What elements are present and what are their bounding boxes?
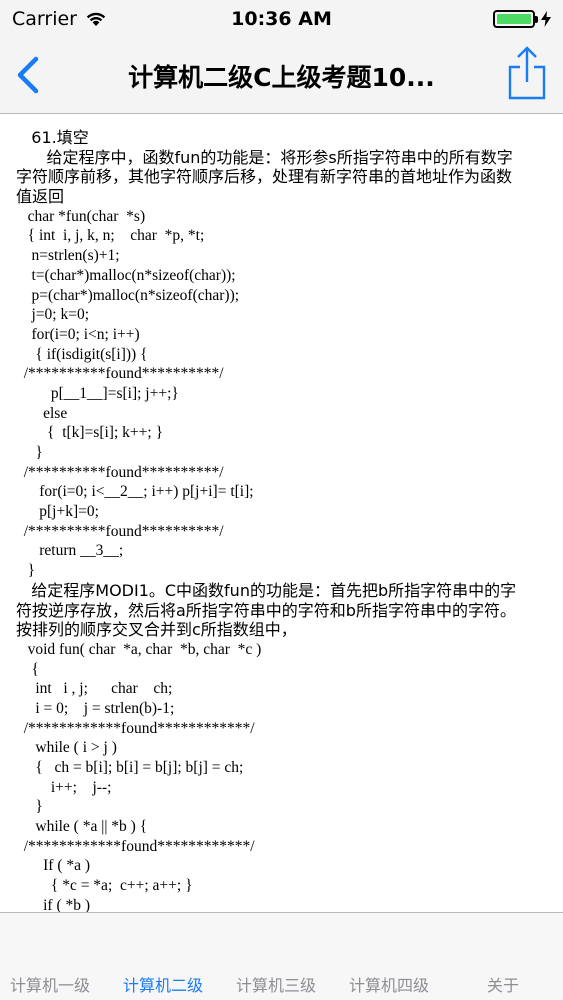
charging-bolt-icon — [541, 11, 551, 27]
content-line: /**********found**********/ — [16, 522, 224, 540]
content-line: p[__1__]=s[i]; j++;} — [16, 384, 179, 402]
content-line: char *fun(char *s) — [16, 207, 146, 225]
content-line: t=(char*)malloc(n*sizeof(char)); — [16, 266, 236, 284]
content-line: int i , j; char ch; — [16, 680, 173, 698]
content-line: { int i, j, k, n; char *p, *t; — [16, 227, 205, 245]
content-line: /************found************/ — [16, 837, 255, 855]
status-bar: Carrier 10:36 AM — [0, 0, 563, 38]
content-line: { ch = b[i]; b[i] = b[j]; b[j] = ch; — [16, 759, 244, 776]
content-line: i = 0; j = strlen(b)-1; — [16, 699, 175, 717]
content-line: while ( i > j ) — [16, 739, 117, 757]
navigation-bar: 计算机二级C上级考题10... — [0, 38, 563, 114]
content-line: return __3__; — [16, 542, 124, 560]
content-line: } — [16, 798, 43, 816]
content-line: 给定程序MODI1。C中函数fun的功能是：首先把b所指字符串中的字 — [16, 580, 517, 600]
tab-computer-level-1[interactable]: 计算机一级 — [10, 972, 90, 996]
content-line: /**********found**********/ — [16, 365, 224, 383]
content-line: } — [16, 444, 43, 461]
content-line: } — [16, 562, 36, 580]
status-right — [493, 10, 551, 28]
tab-computer-level-3[interactable]: 计算机三级 — [236, 972, 316, 996]
content-line: 按排列的顺序交叉合并到c所指数组中， — [16, 620, 297, 640]
content-line: 值返回 — [16, 187, 65, 207]
content-line: i++; j--; — [16, 778, 112, 796]
content-line: p=(char*)malloc(n*sizeof(char)); — [16, 286, 240, 304]
tab-bar: 计算机一级 计算机二级 计算机三级 计算机四级 关于 — [0, 912, 563, 1000]
content-line: j=0; k=0; — [16, 306, 90, 324]
tab-computer-level-2[interactable]: 计算机二级 — [123, 972, 203, 996]
content-line: for(i=0; i<__2__; i++) p[j+i]= t[i]; — [16, 483, 254, 501]
chevron-left-icon[interactable] — [10, 52, 50, 98]
content-line: If ( *a ) — [16, 857, 91, 875]
content-line: p[j+k]=0; — [16, 503, 99, 521]
status-left: Carrier — [12, 8, 107, 30]
content-line: void fun( char *a, char *b, char *c ) — [16, 640, 262, 658]
content-line: else — [16, 404, 68, 422]
share-icon[interactable] — [505, 46, 549, 100]
tab-computer-level-4[interactable]: 计算机四级 — [349, 972, 429, 996]
tab-about[interactable]: 关于 — [487, 972, 519, 996]
carrier-label: Carrier — [12, 8, 77, 30]
content-line: 给定程序中，函数fun的功能是：将形参s所指字符串中的所有数字 — [16, 147, 513, 167]
content-line: /**********found**********/ — [16, 463, 224, 481]
page-title: 计算机二级C上级考题10... — [128, 62, 435, 92]
content-line: while ( *a || *b ) { — [16, 818, 148, 836]
content-line: { — [16, 660, 39, 678]
content-line: 61.填空 — [16, 128, 89, 147]
battery-icon — [493, 10, 538, 28]
question-content[interactable]: 61.填空 给定程序中，函数fun的功能是：将形参s所指字符串中的所有数字 字符顺… — [0, 114, 563, 912]
content-line: /************found************/ — [16, 719, 255, 737]
content-line: { t[k]=s[i]; k++; } — [16, 424, 164, 442]
content-line: { *c = *a; c++; a++; } — [16, 877, 193, 895]
content-line: { if(isdigit(s[i])) { — [16, 345, 148, 363]
content-line: 字符顺序前移，其他字符顺序后移，处理有新字符串的首地址作为函数 — [16, 167, 513, 187]
content-line: if ( *b ) — [16, 896, 91, 912]
battery-cap — [535, 16, 538, 23]
battery-level — [497, 14, 531, 24]
wifi-icon — [86, 12, 106, 26]
content-line: for(i=0; i<n; i++) — [16, 325, 140, 343]
content-line: n=strlen(s)+1; — [16, 247, 120, 265]
content-line: 符按逆序存放，然后将a所指字符串中的字符和b所指字符串中的字符。 — [16, 600, 516, 620]
